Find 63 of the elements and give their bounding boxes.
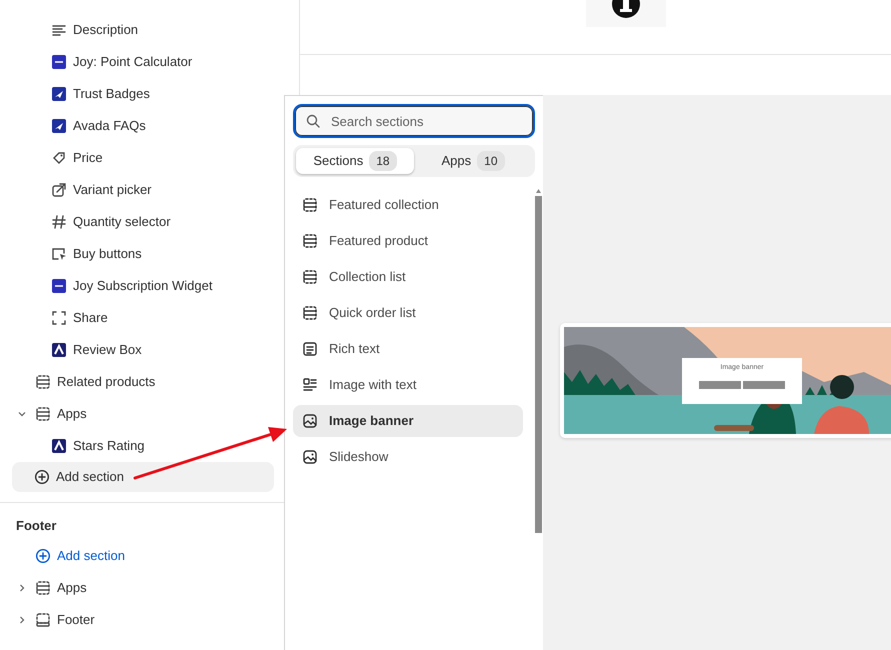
- image-icon: [302, 449, 318, 465]
- sidebar-item[interactable]: Avada FAQs: [73, 116, 146, 136]
- variant-picker-icon: [51, 182, 67, 198]
- section-icon: [302, 269, 318, 285]
- tab[interactable]: Apps 10: [414, 148, 532, 174]
- section-icon: [35, 374, 51, 390]
- add-section-link[interactable]: Add section: [57, 546, 125, 566]
- scroll-up-arrow-icon[interactable]: [535, 188, 542, 194]
- app-logo-icon: [51, 118, 67, 134]
- sidebar-item[interactable]: Price: [73, 148, 103, 168]
- sidebar-item[interactable]: Footer: [57, 610, 95, 630]
- app-logo-icon: [51, 86, 67, 102]
- scrollbar-thumb[interactable]: [535, 196, 542, 533]
- sidebar-item[interactable]: Description: [73, 20, 138, 40]
- section-option[interactable]: Collection list: [293, 261, 523, 293]
- section-icon: [302, 305, 318, 321]
- sidebar-item[interactable]: Buy buttons: [73, 244, 142, 264]
- section-icon: [35, 580, 51, 596]
- section-icon: [35, 406, 51, 422]
- chevron-right-icon[interactable]: [17, 582, 27, 592]
- section-option[interactable]: Featured collection: [293, 189, 523, 221]
- sidebar-item[interactable]: Variant picker: [73, 180, 152, 200]
- search-icon: [305, 113, 321, 129]
- price-tag-icon: [51, 150, 67, 166]
- section-heading: Footer: [16, 518, 56, 533]
- app-logo-icon: [51, 278, 67, 294]
- sidebar-item[interactable]: Stars Rating: [73, 436, 145, 456]
- section-option[interactable]: Slideshow: [293, 441, 523, 473]
- app-logo-icon: [51, 54, 67, 70]
- sidebar-item[interactable]: Quantity selector: [73, 212, 171, 232]
- search-field[interactable]: Search sections: [293, 104, 535, 138]
- section-icon: [302, 233, 318, 249]
- chevron-down-icon[interactable]: [17, 409, 27, 419]
- count-badge: 18: [369, 151, 397, 171]
- chevron-right-icon[interactable]: [17, 614, 27, 624]
- section-option[interactable]: Rich text: [293, 333, 523, 365]
- section-option[interactable]: Image with text: [293, 369, 523, 401]
- hash-icon: [51, 214, 67, 230]
- sidebar-item[interactable]: Share: [73, 308, 108, 328]
- app-logo-icon: [51, 342, 67, 358]
- sidebar-item[interactable]: Joy Subscription Widget: [73, 276, 212, 296]
- add-circle-icon: [35, 548, 51, 564]
- dashed-corners-icon: [51, 310, 67, 326]
- footer-section-icon: [35, 612, 51, 628]
- add-circle-icon: [34, 469, 50, 485]
- section-option[interactable]: Image banner: [293, 405, 523, 437]
- sidebar-item[interactable]: Related products: [57, 372, 156, 392]
- sidebar-item[interactable]: Apps: [57, 578, 87, 598]
- sidebar-item[interactable]: Joy: Point Calculator: [73, 52, 192, 72]
- cursor-icon: [51, 246, 67, 262]
- sidebar-item[interactable]: Apps: [57, 404, 87, 424]
- add-section-button[interactable]: Add section: [12, 462, 274, 492]
- section-icon: [302, 197, 318, 213]
- section-option[interactable]: Featured product: [293, 225, 523, 257]
- sidebar-item[interactable]: Trust Badges: [73, 84, 150, 104]
- sidebar-item[interactable]: Review Box: [73, 340, 142, 360]
- image-icon: [302, 413, 318, 429]
- section-option[interactable]: Quick order list: [293, 297, 523, 329]
- app-logo-icon: [51, 438, 67, 454]
- count-badge: 10: [477, 151, 504, 171]
- image-text-icon: [302, 377, 318, 393]
- tab[interactable]: Sections 18: [296, 148, 414, 174]
- text-document-icon: [302, 341, 318, 357]
